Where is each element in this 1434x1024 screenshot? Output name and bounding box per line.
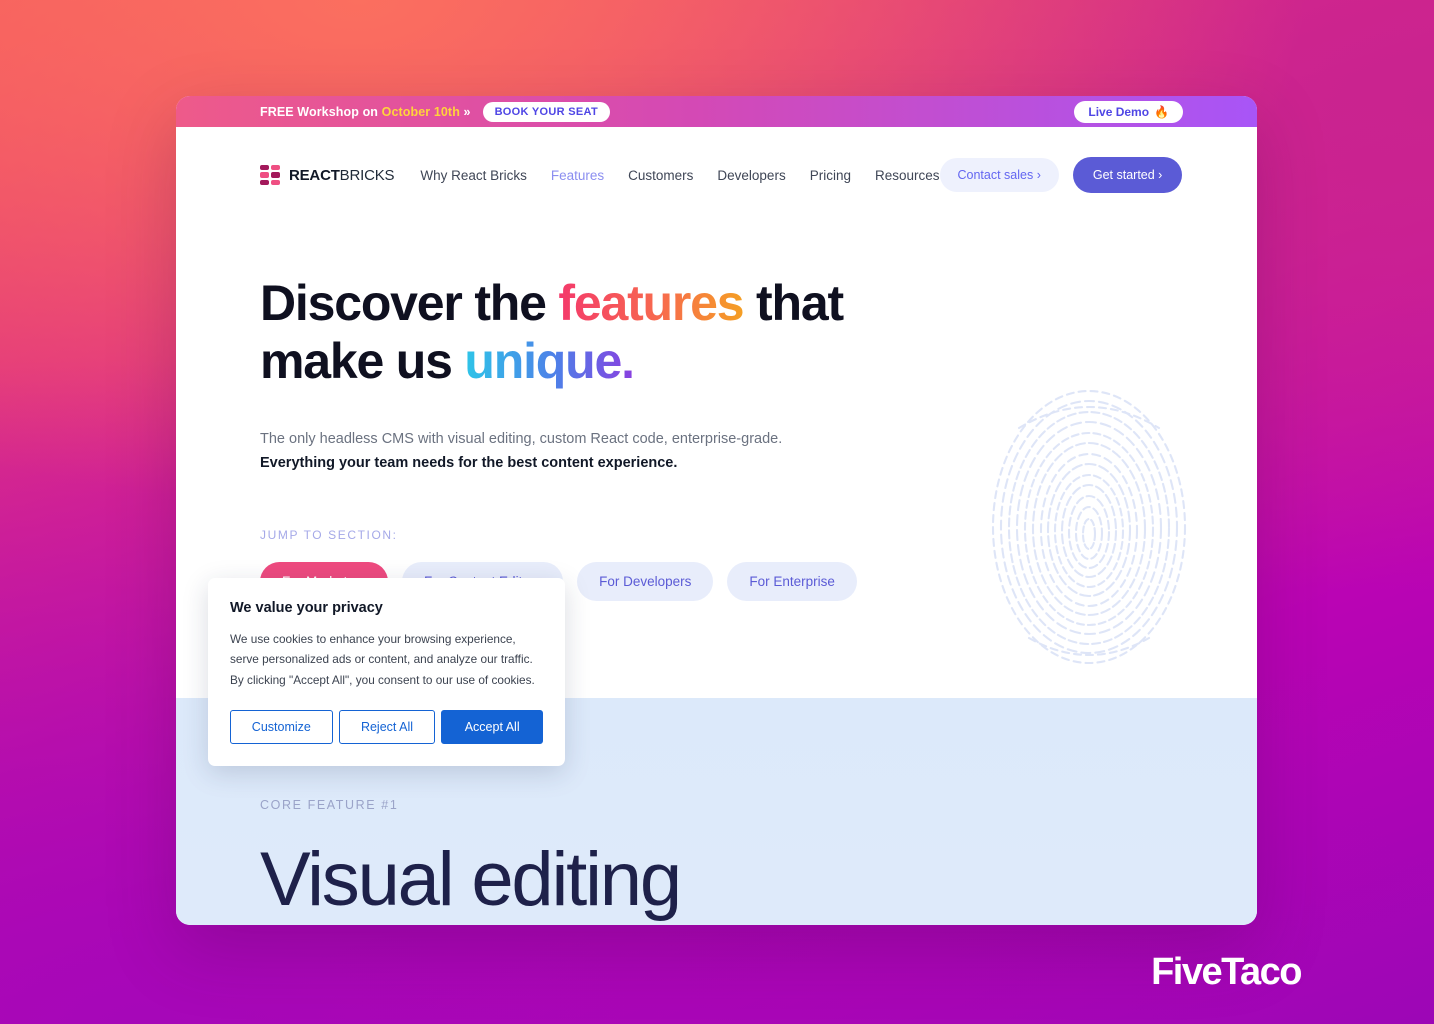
feature-title: Visual editing [260,837,682,922]
browser-window: FREE Workshop on October 10th » BOOK YOU… [176,96,1257,925]
logo-wordmark: REACTBRICKS [289,166,395,184]
contact-sales-button[interactable]: Contact sales › [939,158,1059,192]
logo[interactable]: REACTBRICKS [260,165,395,185]
hero-title-part3: make us [260,332,465,389]
logo-text-bold: REACT [289,166,340,184]
promo-message: FREE Workshop on October 10th » [260,105,471,119]
react-bricks-logo-icon [260,165,280,185]
cookie-banner-body: We use cookies to enhance your browsing … [230,632,535,687]
feature-eyebrow: CORE FEATURE #1 [260,798,399,812]
nav-links: Why React Bricks Features Customers Deve… [420,168,939,183]
book-your-seat-button[interactable]: BOOK YOUR SEAT [482,101,610,122]
watermark: FiveTaco [1151,951,1302,993]
pill-for-enterprise[interactable]: For Enterprise [727,561,857,601]
promo-left-group: FREE Workshop on October 10th » BOOK YOU… [260,101,610,122]
live-demo-button[interactable]: Live Demo 🔥 [1074,100,1183,123]
page-title: Discover the features that make us uniqu… [260,275,880,390]
cookie-banner-actions: Customize Reject All Accept All [230,709,543,744]
cookie-banner-title: We value your privacy [230,600,383,616]
promo-date: October 10th [381,104,460,119]
promo-right-group: Live Demo 🔥 [1074,100,1183,123]
hero-title-highlight-unique: unique. [464,332,635,389]
promo-text-after: » [459,104,471,119]
hero-title-highlight-features: features [558,275,744,331]
get-started-button[interactable]: Get started › [1072,157,1183,193]
logo-text-light: BRICKS [339,166,395,184]
nav-link-pricing[interactable]: Pricing [810,168,851,183]
promo-banner: FREE Workshop on October 10th » BOOK YOU… [176,96,1257,127]
accept-all-button[interactable]: Accept All [441,709,543,744]
hero-sub-line2: Everything your team needs for the best … [260,454,678,471]
live-demo-label: Live Demo [1088,104,1150,119]
customize-button[interactable]: Customize [230,709,333,744]
promo-text-before: FREE Workshop on [260,104,382,119]
hero-title-part2: that [743,275,844,331]
hero-title-part1: Discover the [260,275,559,331]
nav-actions: Contact sales › Get started › [939,157,1183,193]
hero-sub-line1: The only headless CMS with visual editin… [260,431,783,447]
nav-link-resources[interactable]: Resources [875,168,940,183]
fingerprint-icon [991,389,1187,665]
fire-icon: 🔥 [1154,104,1169,119]
cookie-consent-banner: We value your privacy We use cookies to … [208,578,565,766]
reject-all-button[interactable]: Reject All [338,709,436,744]
nav-link-features[interactable]: Features [551,168,604,183]
nav-link-customers[interactable]: Customers [628,168,693,183]
nav-link-why-react-bricks[interactable]: Why React Bricks [420,168,527,183]
nav-link-developers[interactable]: Developers [717,168,785,183]
main-navigation: REACTBRICKS Why React Bricks Features Cu… [176,127,1257,223]
pill-for-developers[interactable]: For Developers [577,561,714,601]
hero-subtitle: The only headless CMS with visual editin… [260,428,820,476]
